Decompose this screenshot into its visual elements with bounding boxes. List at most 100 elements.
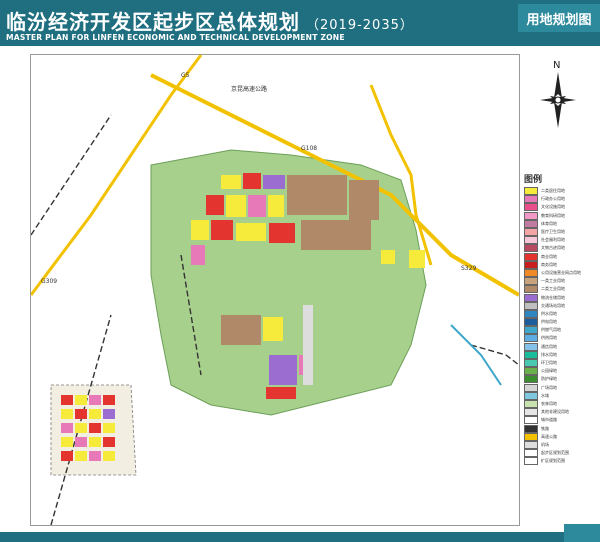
- legend-swatch: [524, 211, 538, 220]
- legend-swatch: [524, 195, 538, 204]
- legend-item: 高速公路: [524, 432, 590, 441]
- legend-label: 通信用地: [541, 343, 557, 349]
- landuse-block: [206, 195, 224, 215]
- legend-swatch: [524, 219, 538, 228]
- legend-swatch: [524, 440, 538, 449]
- road-label-expressway: 京昆高速公路: [231, 85, 267, 93]
- legend-item: 社会福利用地: [524, 236, 590, 245]
- legend-swatch: [524, 309, 538, 318]
- legend-swatch: [524, 244, 538, 253]
- legend-label: 文物古迹用地: [541, 245, 565, 251]
- legend-swatch: [524, 359, 538, 368]
- landuse-block: [381, 250, 395, 264]
- landuse-block: [191, 220, 209, 240]
- legend-item: 供水用地: [524, 309, 590, 318]
- legend-swatch: [524, 350, 538, 359]
- legend-label: 供燃气用地: [541, 327, 561, 333]
- footer-accent: [564, 524, 600, 542]
- legend-label: 一类工业用地: [541, 278, 565, 284]
- legend-swatch: [524, 457, 538, 466]
- map-type-badge: 用地规划图: [518, 4, 600, 32]
- legend-swatch: [524, 326, 538, 335]
- legend-item: 行政办公用地: [524, 195, 590, 204]
- legend-swatch: [524, 449, 538, 458]
- legend-swatch: [524, 408, 538, 417]
- legend-label: 高速公路: [541, 433, 557, 439]
- legend-item: 公用设施营业网点用地: [524, 268, 590, 277]
- legend-item: 排水用地: [524, 350, 590, 359]
- road-label-s329: S329: [461, 265, 476, 272]
- legend-swatch: [524, 260, 538, 269]
- legend-label: 社会福利用地: [541, 237, 565, 243]
- legend-label: 水域: [541, 392, 549, 398]
- north-pointer: [554, 72, 562, 98]
- legend-swatch: [524, 424, 538, 433]
- legend-label: 公园绿地: [541, 368, 557, 374]
- legend-label: 供热用地: [541, 335, 557, 341]
- legend-item: 二类工业用地: [524, 285, 590, 294]
- legend-label: 农林用地: [541, 400, 557, 406]
- landuse-block: [191, 245, 205, 265]
- footer-bar: [0, 532, 600, 542]
- legend-swatch: [524, 391, 538, 400]
- legend-label: 起步区规划范围: [541, 450, 569, 456]
- legend-item: 体育用地: [524, 219, 590, 228]
- legend-item: 商务用地: [524, 260, 590, 269]
- legend-label: 体育用地: [541, 220, 557, 226]
- north-arrow: N: [536, 58, 580, 142]
- landuse-block: [269, 223, 295, 243]
- legend-label: 交通场站用地: [541, 302, 565, 308]
- road-label-g309: G309: [41, 278, 57, 285]
- legend-swatch: [524, 285, 538, 294]
- road-label-g5: G5: [181, 72, 190, 79]
- legend-swatch: [524, 432, 538, 441]
- legend-title: 图例: [524, 175, 543, 185]
- road-label-g108: G108: [301, 145, 317, 152]
- legend-label: 商务用地: [541, 261, 557, 267]
- landuse-block: [221, 315, 261, 345]
- legend-item: 通信用地: [524, 342, 590, 351]
- legend-swatch: [524, 375, 538, 384]
- legend-item: 教育科研用地: [524, 211, 590, 220]
- legend-item: 一类工业用地: [524, 277, 590, 286]
- legend-item: 二类居住用地: [524, 187, 590, 196]
- legend-label: 商业用地: [541, 253, 557, 259]
- legend-swatch: [524, 318, 538, 327]
- legend-item: 商业用地: [524, 252, 590, 261]
- legend-item: 铁路: [524, 424, 590, 433]
- legend-label: 供水用地: [541, 310, 557, 316]
- legend-item: 城市道路: [524, 416, 590, 425]
- title-year: （2019-2035）: [306, 18, 414, 33]
- legend-swatch: [524, 228, 538, 237]
- legend-label: 机场: [541, 441, 549, 447]
- legend-label: 排水用地: [541, 351, 557, 357]
- legend-item: 环卫用地: [524, 359, 590, 368]
- map-frame[interactable]: G5 G108 S329 G309 京昆高速公路: [30, 54, 520, 526]
- legend-label: 铁路: [541, 425, 549, 431]
- legend-item: 扩区规划范围: [524, 457, 590, 466]
- legend-item: 广场用地: [524, 383, 590, 392]
- landuse-block: [236, 223, 266, 241]
- legend-label: 物流仓储用地: [541, 294, 565, 300]
- landuse-block: [248, 195, 266, 217]
- compass-rose-icon: N: [540, 60, 576, 128]
- landuse-block: [287, 175, 347, 215]
- legend-swatch: [524, 252, 538, 261]
- landuse-block: [221, 175, 241, 189]
- landuse-block: [301, 220, 371, 250]
- landuse-block: [263, 175, 285, 189]
- landuse-block: [211, 220, 233, 240]
- legend-swatch: [524, 277, 538, 286]
- landuse-block: [226, 195, 246, 217]
- legend-swatch: [524, 187, 538, 196]
- legend-label: 扩区规划范围: [541, 458, 565, 464]
- legend-item: 起步区规划范围: [524, 449, 590, 458]
- legend-swatch: [524, 203, 538, 212]
- legend-label: 公用设施营业网点用地: [541, 269, 581, 275]
- legend-label: 二类居住用地: [541, 188, 565, 194]
- landuse-block: [266, 387, 296, 399]
- landuse-block: [349, 180, 379, 220]
- legend-item: 供电用地: [524, 318, 590, 327]
- legend-label: 其他非建设用地: [541, 409, 569, 415]
- landuse-block: [268, 195, 284, 217]
